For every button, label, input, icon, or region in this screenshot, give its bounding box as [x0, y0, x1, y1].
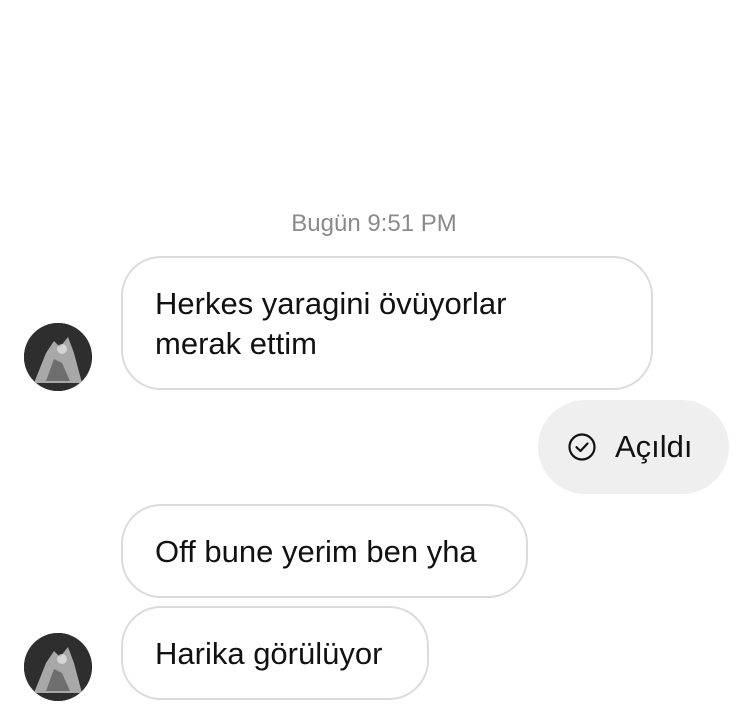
- profile-photo-icon: [24, 323, 92, 391]
- profile-photo-icon: [24, 633, 92, 701]
- avatar[interactable]: [24, 323, 92, 391]
- check-circle-icon: [567, 432, 597, 462]
- timestamp-label: Bugün 9:51 PM: [291, 210, 457, 237]
- opened-media-bubble[interactable]: Açıldı: [538, 400, 729, 494]
- message-bubble[interactable]: Herkes yaragini övüyorlar merak ettim: [121, 256, 653, 390]
- message-bubble[interactable]: Harika görülüyor: [121, 606, 429, 700]
- opened-label: Açıldı: [615, 429, 693, 464]
- message-bubble[interactable]: Off bune yerim ben yha: [121, 504, 528, 598]
- avatar[interactable]: [24, 633, 92, 701]
